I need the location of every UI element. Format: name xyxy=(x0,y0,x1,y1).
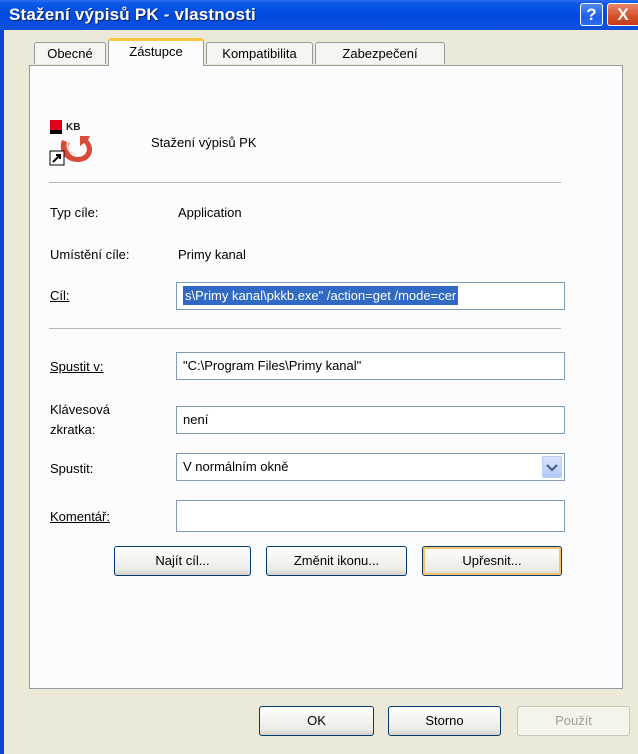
kb-logo-text: KB xyxy=(66,122,80,133)
window-title: Stažení výpisů PK - vlastnosti xyxy=(9,5,256,24)
title-bar[interactable]: Stažení výpisů PK - vlastnosti ? X xyxy=(0,0,638,30)
dropdown-button[interactable] xyxy=(542,456,562,478)
tab-shortcut[interactable]: Zástupce xyxy=(108,38,204,66)
run-select-value: V normálním okně xyxy=(183,459,289,474)
target-label-text: Cíl: xyxy=(50,288,70,303)
separator xyxy=(49,182,561,184)
help-button[interactable]: ? xyxy=(580,3,603,26)
target-input[interactable]: s\Primy kanal\pkkb.exe" /action=get /mod… xyxy=(176,282,565,310)
start-in-label: Spustit v: xyxy=(50,359,103,374)
tab-general[interactable]: Obecné xyxy=(34,42,106,64)
comment-input[interactable] xyxy=(176,500,565,532)
target-location-label: Umístění cíle: xyxy=(50,247,130,262)
chevron-down-icon xyxy=(546,464,558,472)
hotkey-label-line1: Klávesová xyxy=(50,402,110,417)
target-type-label: Typ cíle: xyxy=(50,205,99,220)
start-in-input[interactable]: "C:\Program Files\Primy kanal" xyxy=(176,352,565,380)
shortcut-name: Stažení výpisů PK xyxy=(151,135,257,150)
hotkey-label-line2: zkratka: xyxy=(50,422,96,437)
cancel-button[interactable]: Storno xyxy=(388,706,501,736)
properties-dialog: Stažení výpisů PK - vlastnosti ? X Obecn… xyxy=(0,0,638,754)
shortcut-app-icon: KB xyxy=(48,118,106,170)
ok-button[interactable]: OK xyxy=(259,706,374,736)
start-in-label-text: Spustit v: xyxy=(50,359,104,374)
advanced-button[interactable]: Upřesnit... xyxy=(422,546,562,576)
target-location-value: Primy kanal xyxy=(178,247,246,262)
target-label: Cíl: xyxy=(50,288,70,303)
comment-label: Komentář: xyxy=(50,509,110,524)
tab-security[interactable]: Zabezpečení xyxy=(315,42,445,64)
tab-compatibility[interactable]: Kompatibilita xyxy=(206,42,313,64)
comment-label-text: Komentář: xyxy=(50,509,110,524)
change-icon-button[interactable]: Změnit ikonu... xyxy=(266,546,407,576)
target-type-value: Application xyxy=(178,205,242,220)
apply-button[interactable]: Použít xyxy=(517,706,630,736)
find-target-button[interactable]: Najít cíl... xyxy=(114,546,251,576)
separator xyxy=(49,328,561,330)
run-select[interactable]: V normálním okně xyxy=(176,453,565,481)
close-button[interactable]: X xyxy=(607,3,638,26)
target-input-value: s\Primy kanal\pkkb.exe" /action=get /mod… xyxy=(183,286,459,305)
run-label: Spustit: xyxy=(50,461,94,476)
hotkey-input[interactable]: není xyxy=(176,406,565,434)
